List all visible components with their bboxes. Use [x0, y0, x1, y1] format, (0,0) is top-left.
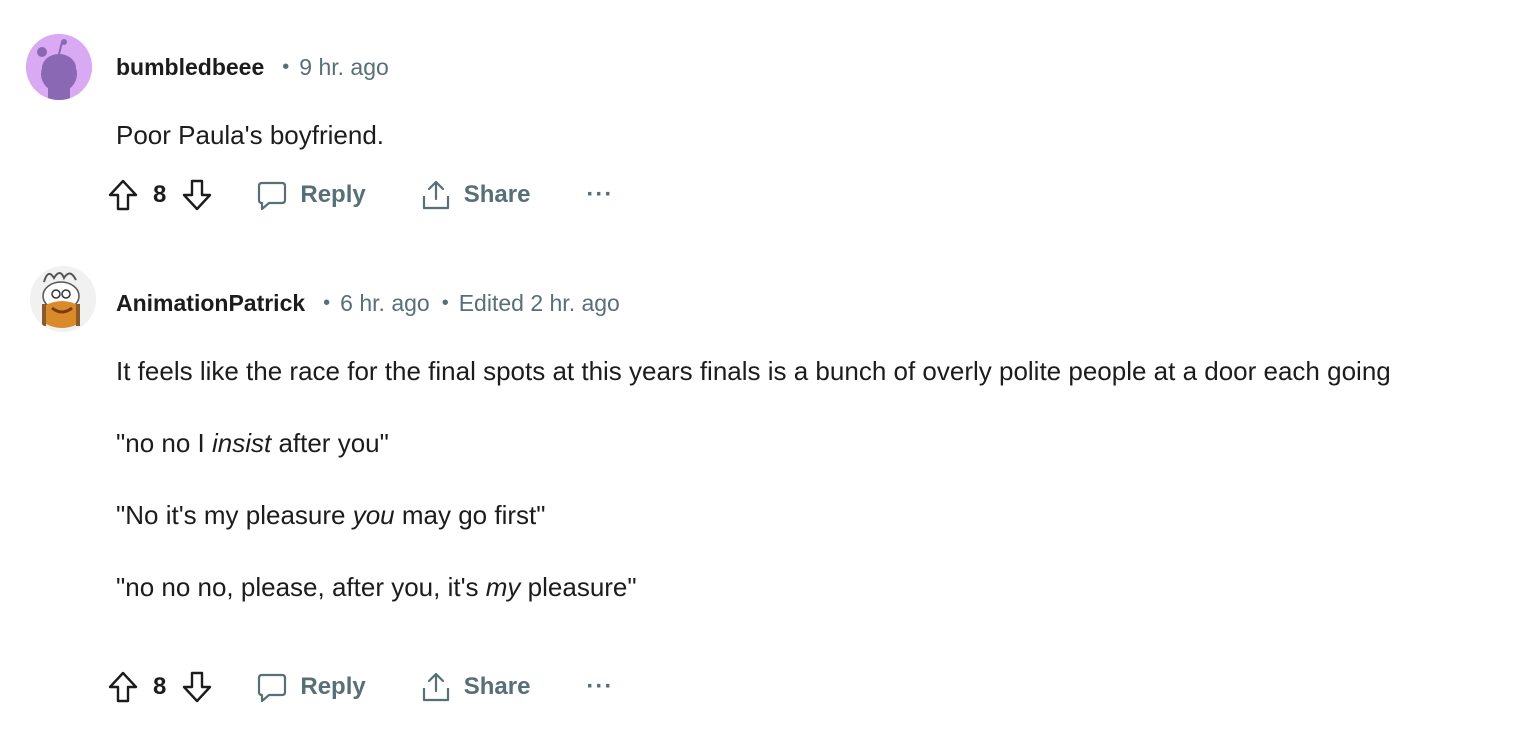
comment-paragraph: It feels like the race for the final spo… [116, 356, 1391, 386]
separator-dot: • [323, 292, 331, 314]
separator-dot: • [282, 56, 290, 78]
vote-score: 8 [153, 673, 167, 700]
comment-icon [258, 673, 287, 703]
timestamp[interactable]: 9 hr. ago [299, 54, 389, 81]
reply-button[interactable]: Reply [256, 671, 366, 703]
comment-body: It feels like the race for the final spo… [116, 351, 1486, 607]
share-label: Share [463, 673, 531, 700]
comment-header: bumbledbeee • 9 hr. ago [116, 54, 389, 81]
comment-paragraph: "No it's my pleasure you may go first" [116, 500, 546, 530]
snoo-avatar-icon [30, 266, 96, 332]
reply-button[interactable]: Reply [256, 179, 366, 211]
comment-paragraph: "no no no, please, after you, it's my pl… [116, 572, 637, 602]
username[interactable]: bumbledbeee [116, 54, 264, 81]
share-icon [422, 672, 449, 702]
upvote-icon[interactable] [106, 670, 140, 704]
comment-body: Poor Paula's boyfriend. [116, 115, 384, 155]
more-icon[interactable]: ··· [586, 181, 613, 209]
comment-actions: 8 Reply Share ··· [106, 667, 613, 707]
snoo-avatar-icon [26, 34, 92, 100]
downvote-icon[interactable] [180, 670, 214, 704]
separator-dot: • [441, 292, 449, 314]
comment-actions: 8 Reply Share ··· [106, 175, 613, 215]
share-icon [422, 180, 449, 210]
downvote-icon[interactable] [180, 178, 214, 212]
share-button[interactable]: Share [420, 179, 531, 211]
avatar[interactable] [26, 34, 92, 100]
comment-header: AnimationPatrick • 6 hr. ago • Edited 2 … [116, 290, 620, 317]
reply-label: Reply [300, 181, 366, 208]
share-label: Share [463, 181, 531, 208]
comment-icon [258, 181, 287, 211]
timestamp[interactable]: 6 hr. ago [340, 290, 430, 317]
comment-paragraph: "no no I insist after you" [116, 428, 389, 458]
reply-label: Reply [300, 673, 366, 700]
vote-score: 8 [153, 181, 167, 208]
edited-timestamp: Edited 2 hr. ago [458, 290, 620, 316]
comment-paragraph: Poor Paula's boyfriend. [116, 120, 385, 150]
avatar[interactable] [30, 266, 96, 332]
more-icon[interactable]: ··· [586, 673, 613, 701]
upvote-icon[interactable] [106, 178, 140, 212]
share-button[interactable]: Share [420, 671, 531, 703]
username[interactable]: AnimationPatrick [116, 290, 305, 317]
